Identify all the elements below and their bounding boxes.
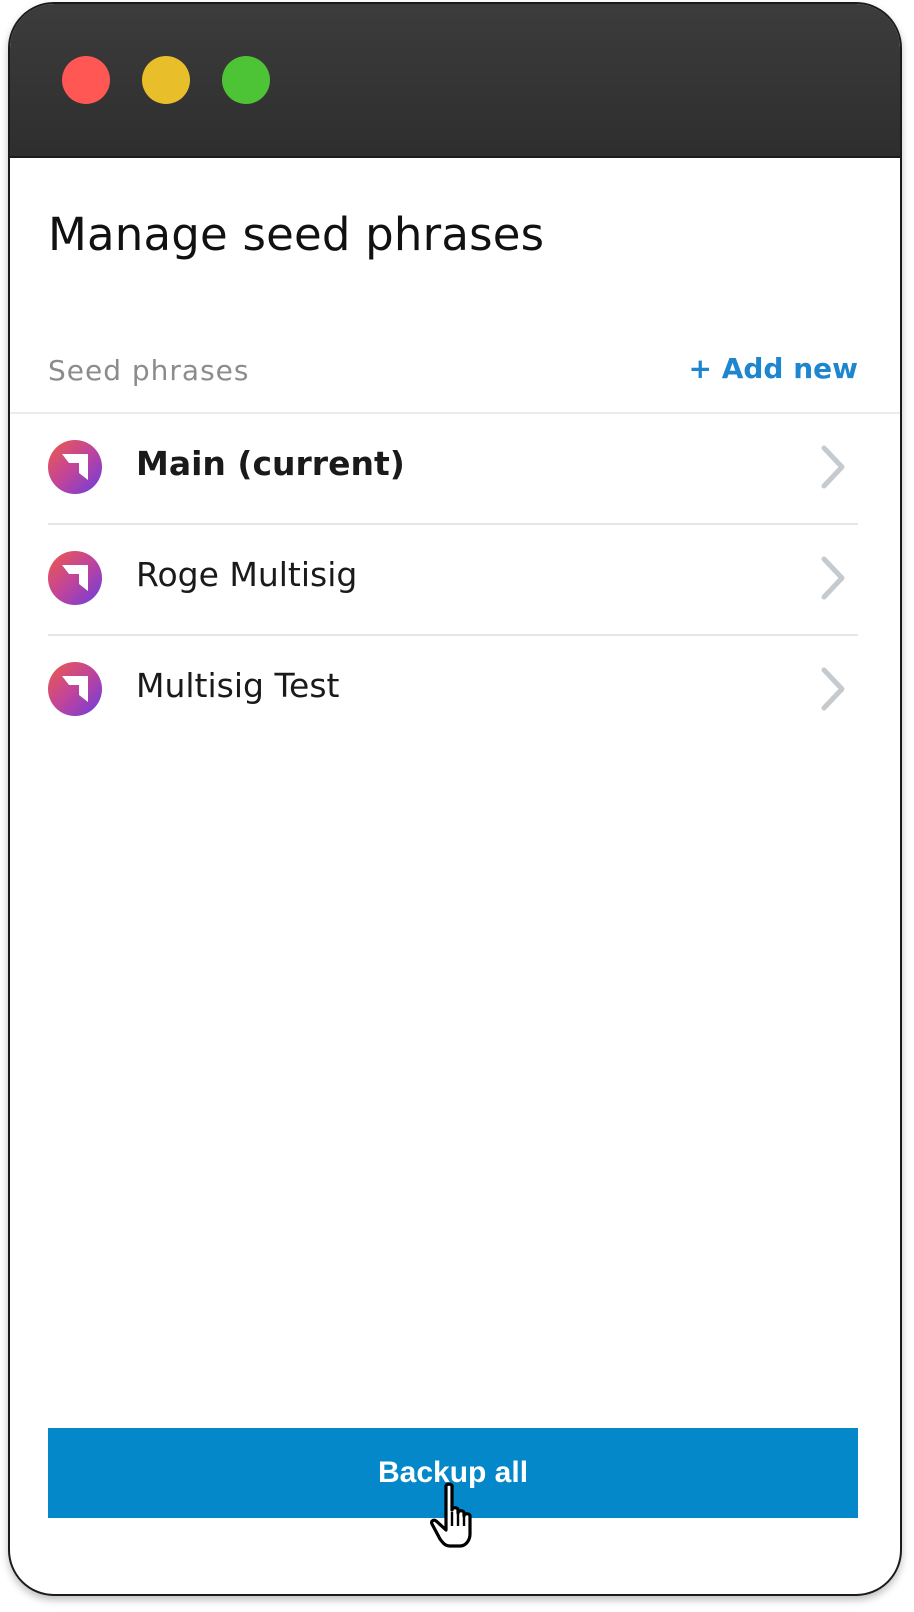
close-button[interactable] xyxy=(62,56,110,104)
title-bar xyxy=(10,4,900,158)
chevron-right-icon xyxy=(821,667,845,711)
seed-phrase-item[interactable]: Main (current) xyxy=(48,414,858,525)
app-window: Manage seed phrases Seed phrases + Add n… xyxy=(8,2,902,1596)
wallet-logo-icon xyxy=(48,551,102,605)
wallet-logo-icon xyxy=(48,440,102,494)
maximize-button[interactable] xyxy=(222,56,270,104)
seed-phrase-item[interactable]: Roge Multisig xyxy=(48,525,858,636)
chevron-right-icon xyxy=(821,556,845,600)
seed-phrase-item[interactable]: Multisig Test xyxy=(48,636,858,745)
chevron-right-icon xyxy=(821,445,845,489)
seed-phrase-name: Roge Multisig xyxy=(136,555,358,594)
seed-phrase-name: Multisig Test xyxy=(136,666,340,705)
section-header: Seed phrases + Add new xyxy=(10,344,900,414)
minimize-button[interactable] xyxy=(142,56,190,104)
seed-phrase-list: Main (current) Roge Multisig Multisig Te… xyxy=(48,414,858,745)
section-label: Seed phrases xyxy=(48,354,250,387)
seed-phrase-name: Main (current) xyxy=(136,444,405,483)
backup-all-button[interactable]: Backup all xyxy=(48,1428,858,1518)
page-title: Manage seed phrases xyxy=(48,208,545,261)
add-new-link[interactable]: + Add new xyxy=(688,352,858,385)
wallet-logo-icon xyxy=(48,662,102,716)
